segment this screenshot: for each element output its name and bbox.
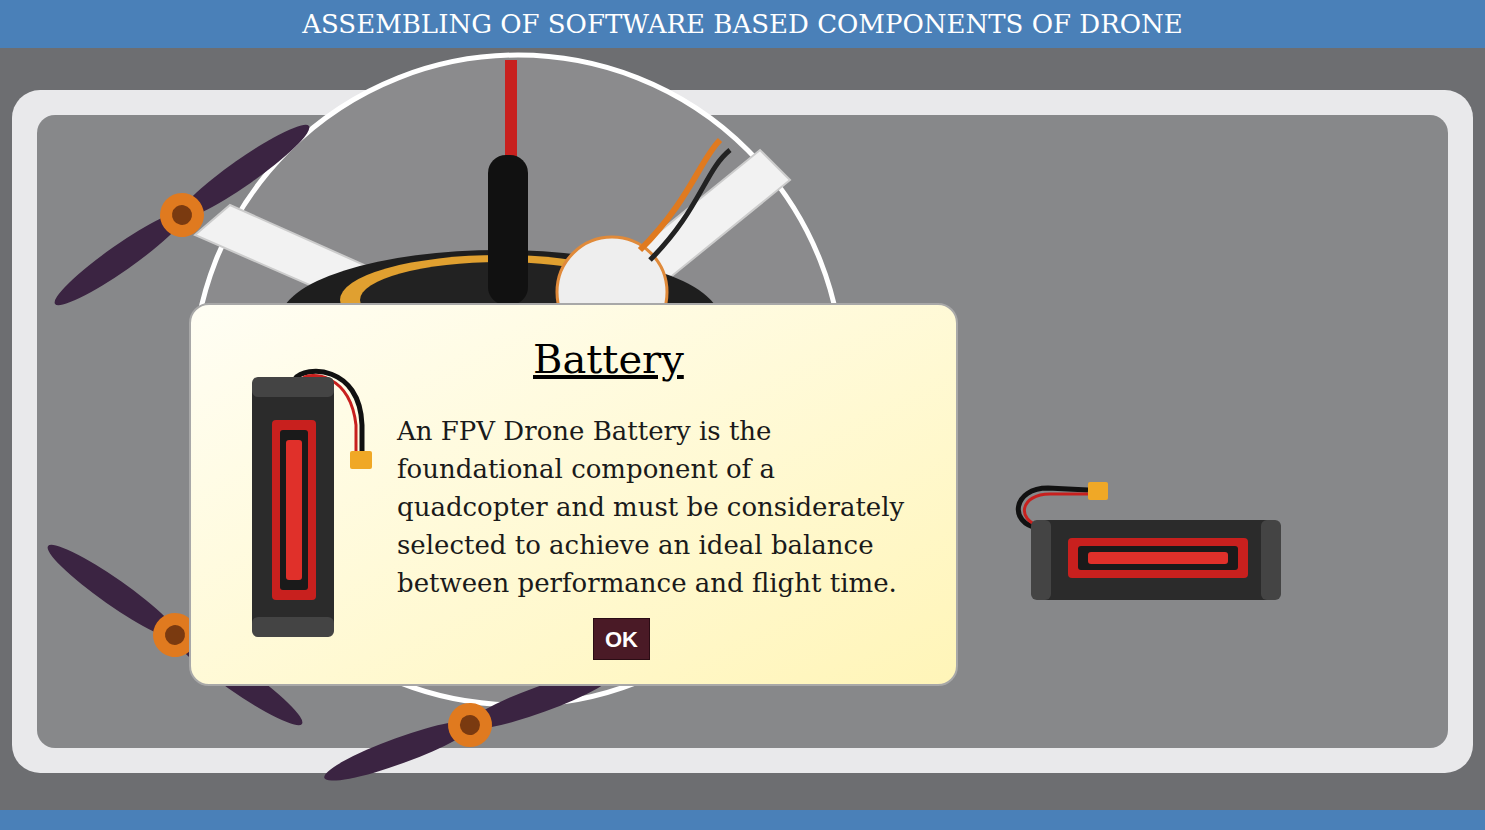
info-dialog: Battery An FPV Drone Battery is the found… [189,303,958,686]
dialog-content: Battery An FPV Drone Battery is the found… [397,305,956,684]
footer-bar [0,810,1485,830]
battery-picture [250,365,375,640]
top-left-propeller-icon [42,108,321,322]
app: ASSEMBLING OF SOFTWARE BASED COMPONENTS … [0,0,1485,830]
ok-button[interactable]: OK [593,618,650,660]
page-title: ASSEMBLING OF SOFTWARE BASED COMPONENTS … [302,11,1183,37]
battery-draggable[interactable] [1008,478,1283,603]
dialog-body: An FPV Drone Battery is the foundational… [397,412,922,602]
dialog-title: Battery [533,335,936,383]
header-bar: ASSEMBLING OF SOFTWARE BASED COMPONENTS … [0,0,1485,48]
dialog-image-column [191,305,397,684]
